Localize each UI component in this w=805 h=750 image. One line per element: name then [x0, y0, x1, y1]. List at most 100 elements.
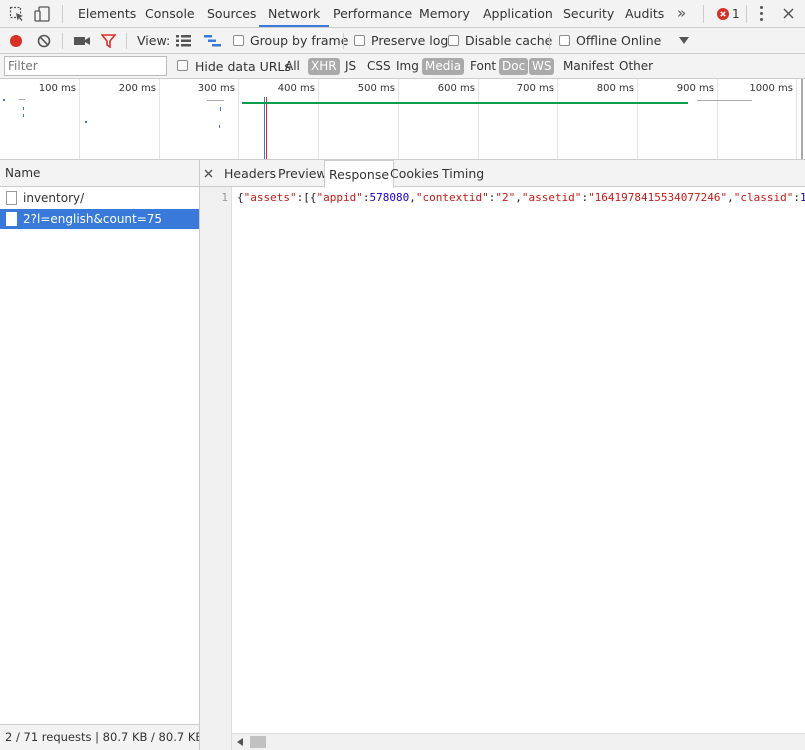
waterfall-overview-icon[interactable]	[204, 35, 221, 47]
filter-doc[interactable]: Doc	[499, 58, 529, 75]
detail-tab-cookies[interactable]: Cookies	[390, 160, 439, 187]
filter-other[interactable]: Other	[616, 58, 656, 75]
request-name: 2?l=english&count=75	[23, 212, 163, 226]
overview-tick-label: 1000 ms	[749, 83, 793, 94]
toolbar-divider	[62, 33, 63, 49]
filter-manifest[interactable]: Manifest	[560, 58, 617, 75]
preserve-log-checkbox[interactable]	[354, 35, 365, 46]
scrollbar-thumb[interactable]	[250, 736, 266, 748]
overview-gridline	[796, 79, 797, 159]
overview-tick-label: 800 ms	[596, 83, 634, 94]
throttling-value: Online	[621, 33, 662, 48]
filter-css[interactable]: CSS	[364, 58, 394, 75]
detail-tab-timing[interactable]: Timing	[442, 160, 484, 187]
offline-checkbox[interactable]	[559, 35, 570, 46]
request-mark	[220, 107, 221, 111]
inspect-element-icon[interactable]	[9, 6, 25, 22]
request-mark	[207, 100, 224, 101]
filter-icon[interactable]	[101, 34, 116, 48]
clear-icon[interactable]	[37, 34, 51, 48]
disable-cache-label: Disable cache	[465, 33, 553, 48]
overview-gridline	[717, 79, 718, 159]
large-rows-icon[interactable]	[176, 35, 191, 47]
dom-content-loaded-marker	[264, 97, 265, 159]
close-detail-icon[interactable]	[204, 169, 213, 178]
overview-gridline	[159, 79, 160, 159]
overview-gridline	[79, 79, 80, 159]
filter-input[interactable]	[4, 56, 167, 76]
device-toolbar-icon[interactable]	[34, 6, 50, 22]
filter-ws[interactable]: WS	[529, 58, 555, 75]
tab-security[interactable]: Security	[563, 0, 614, 27]
preserve-log-label: Preserve log	[371, 33, 449, 48]
tab-audits[interactable]: Audits	[625, 0, 664, 27]
request-row[interactable]: inventory/	[0, 188, 199, 208]
overview-gridline	[318, 79, 319, 159]
tab-performance[interactable]: Performance	[333, 0, 412, 27]
summary-bar: 2 / 71 requests | 80.7 KB / 80.7 KB...	[0, 724, 199, 750]
toolbar-divider	[126, 33, 127, 49]
more-tabs-icon[interactable]: »	[677, 4, 686, 22]
request-row[interactable]: 2?l=english&count=75	[0, 209, 199, 229]
line-number: 1	[221, 191, 228, 204]
hide-data-urls-label: Hide data URLs	[195, 59, 291, 74]
response-body[interactable]: {"assets":[{"appid":578080,"contextid":"…	[237, 191, 805, 204]
horizontal-scrollbar[interactable]	[232, 733, 805, 750]
request-bar	[242, 102, 688, 104]
group-by-frame-checkbox[interactable]	[233, 35, 244, 46]
error-icon	[717, 8, 729, 20]
hide-data-urls-checkbox[interactable]	[177, 60, 188, 71]
filter-media[interactable]: Media	[422, 58, 465, 75]
error-counter[interactable]: 1	[717, 7, 740, 21]
tab-elements[interactable]: Elements	[78, 0, 136, 27]
request-mark	[3, 99, 5, 101]
filter-js[interactable]: JS	[342, 58, 359, 75]
filter-xhr[interactable]: XHR	[308, 58, 340, 75]
scroll-left-icon[interactable]	[237, 738, 243, 746]
filter-font[interactable]: Font	[467, 58, 499, 75]
disable-cache-checkbox[interactable]	[448, 35, 459, 46]
name-column-header[interactable]: Name	[0, 160, 199, 187]
tab-network[interactable]: Network	[259, 0, 330, 27]
detail-tab-response[interactable]: Response	[324, 160, 395, 188]
error-count: 1	[732, 7, 740, 21]
tab-console[interactable]: Console	[145, 0, 195, 27]
toolbar-divider	[343, 33, 344, 49]
request-mark	[19, 99, 25, 100]
requests-panel: Name inventory/2?l=english&count=75 2 / …	[0, 160, 200, 750]
request-mark	[219, 125, 220, 128]
filter-bar: Hide data URLs All XHRJS CSSImgMediaFontDo…	[0, 54, 805, 79]
tab-memory[interactable]: Memory	[419, 0, 470, 27]
load-event-marker	[266, 97, 267, 159]
overview-gridline	[637, 79, 638, 159]
toolbar-divider	[62, 5, 63, 23]
detail-tab-preview[interactable]: Preview	[278, 160, 327, 187]
overview-tick-label: 400 ms	[277, 83, 315, 94]
record-icon[interactable]	[9, 34, 23, 48]
overview-tick-label: 700 ms	[516, 83, 554, 94]
tab-application[interactable]: Application	[483, 0, 553, 27]
screenshot-camera-icon[interactable]	[74, 36, 90, 46]
filter-all[interactable]: All	[282, 58, 303, 75]
view-label: View:	[137, 33, 171, 48]
offline-label: Offline	[576, 33, 618, 48]
group-by-frame-label: Group by frame	[250, 33, 349, 48]
detail-tab-headers[interactable]: Headers	[224, 160, 276, 187]
throttling-select[interactable]: Online	[620, 32, 694, 50]
overview-tick-label: 600 ms	[437, 83, 475, 94]
overview-gridline	[557, 79, 558, 159]
tab-sources[interactable]: Sources	[207, 0, 256, 27]
overview-tick-label: 100 ms	[38, 83, 76, 94]
customize-menu-icon[interactable]	[760, 6, 764, 24]
close-devtools-icon[interactable]	[783, 8, 794, 19]
document-file-icon	[6, 191, 17, 205]
document-file-icon	[6, 212, 17, 226]
overview-tick-label: 200 ms	[118, 83, 156, 94]
filter-img[interactable]: Img	[393, 58, 422, 75]
request-detail-panel: Headers Preview Response Cookies Timing 1 {"…	[200, 160, 805, 750]
overview-tick-label: 300 ms	[197, 83, 235, 94]
network-overview[interactable]: 100 ms 200 ms 300 ms 400 ms 500 ms 600 ms 700 …	[0, 79, 805, 160]
overview-window-handle[interactable]	[801, 79, 803, 159]
toolbar-divider	[549, 33, 550, 49]
toolbar-divider	[703, 5, 704, 23]
